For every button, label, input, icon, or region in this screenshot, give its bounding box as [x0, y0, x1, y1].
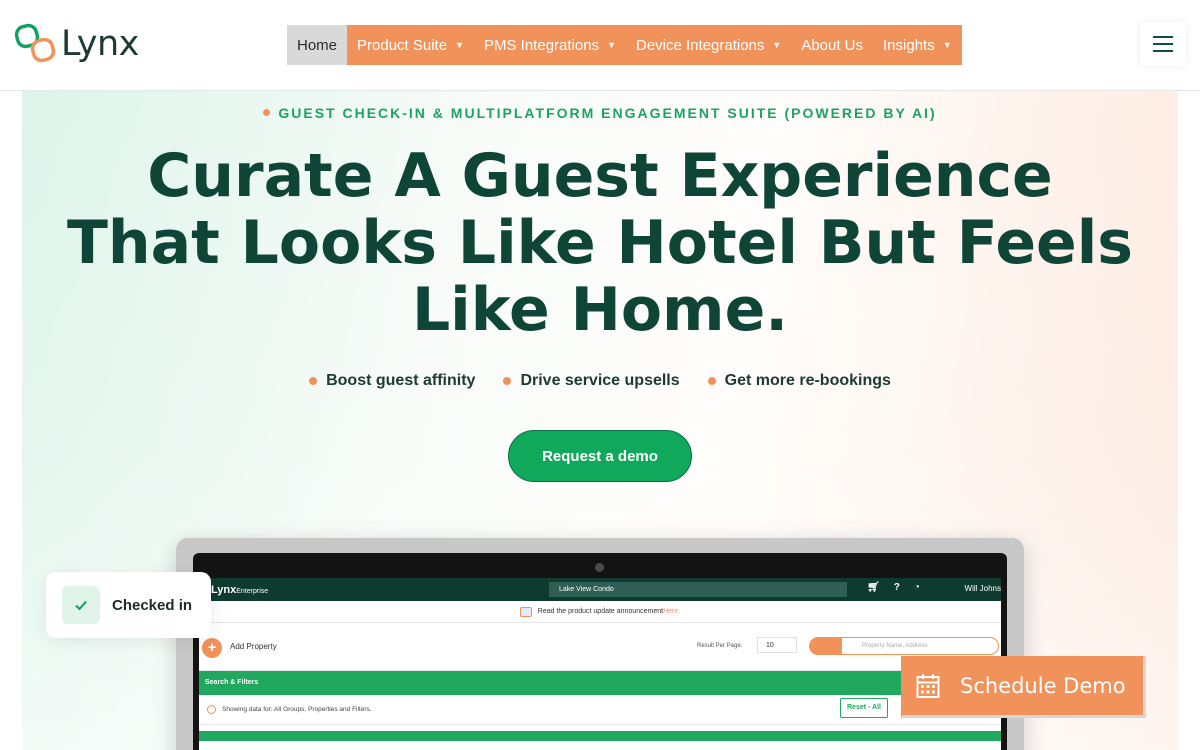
app-logo: LynxEnterprise [211, 583, 269, 596]
nav-item-insights[interactable]: Insights ▼ [873, 25, 962, 65]
checked-in-card: Checked in [46, 572, 211, 638]
app-user-name: Will Johns [964, 584, 1001, 593]
bullet-item: Get more re-bookings [707, 372, 891, 390]
app-toolbar: + Add Property Result Per Page: 10 Prope… [199, 623, 1001, 671]
nav-item-label: Home [297, 36, 338, 54]
nav-item-product-suite[interactable]: Product Suite ▼ [347, 25, 474, 65]
camera-icon [595, 563, 604, 572]
main-nav: Home Product Suite ▼ PMS Integrations ▼ … [287, 25, 962, 65]
hero-eyebrow: GUEST CHECK-IN & MULTIPLATFORM ENGAGEMEN… [22, 105, 1178, 121]
checkmark-icon [62, 586, 100, 624]
filter-segment [810, 637, 842, 655]
brand-name: Lynx [61, 24, 139, 64]
plus-icon: + [202, 638, 222, 658]
hero-headline: Curate A Guest Experience That Looks Lik… [66, 141, 1134, 345]
announcement-bar: Read the product update announcement Her… [199, 601, 1001, 623]
orange-dot-icon [503, 377, 512, 385]
schedule-demo-label: Schedule Demo [960, 674, 1126, 698]
nav-item-about-us[interactable]: About Us [791, 25, 873, 65]
bullet-item: Boost guest affinity [309, 372, 475, 390]
reset-all-button: Reset - All [840, 698, 888, 718]
support-icon: ◔ [913, 582, 920, 593]
schedule-demo-button[interactable]: Schedule Demo [901, 656, 1146, 718]
hamburger-icon [1153, 36, 1173, 52]
caret-down-icon: ▼ [607, 40, 616, 50]
orange-dot-icon [309, 377, 318, 385]
nav-item-pms-integrations[interactable]: PMS Integrations ▼ [474, 25, 626, 65]
caret-down-icon: ▼ [772, 40, 782, 50]
nav-item-label: Device Integrations [635, 36, 765, 54]
orange-dot-icon [707, 377, 716, 385]
add-property-label: Add Property [230, 642, 277, 651]
nav-item-label: PMS Integrations [484, 36, 600, 54]
caret-down-icon: ▼ [942, 40, 952, 50]
announcement-link: Here. [663, 608, 681, 615]
app-search-input: Property Name, Address [809, 637, 999, 655]
table-header-strip [199, 731, 1001, 741]
request-demo-button[interactable]: Request a demo [508, 430, 692, 482]
nav-item-label: Product Suite [357, 36, 448, 54]
property-select: Lake View Condo [549, 582, 847, 597]
app-topbar: LynxEnterprise Lake View Condo 🛒︎ ? ◔ Wi… [199, 578, 1001, 601]
calendar-icon [916, 674, 940, 698]
brand-logo[interactable]: Lynx [15, 22, 139, 66]
cart-icon: 🛒︎ [867, 582, 880, 593]
app-screenshot: LynxEnterprise Lake View Condo 🛒︎ ? ◔ Wi… [199, 578, 1001, 750]
hamburger-menu-button[interactable] [1140, 22, 1186, 66]
hero-section: GUEST CHECK-IN & MULTIPLATFORM ENGAGEMEN… [22, 91, 1178, 750]
laptop-bezel: LynxEnterprise Lake View Condo 🛒︎ ? ◔ Wi… [193, 553, 1007, 750]
orange-dot-icon [263, 109, 271, 116]
search-filters-bar: Search & Filters [199, 671, 1001, 695]
nav-item-label: About Us [801, 36, 864, 54]
results-per-page-select: 10 [757, 637, 797, 653]
results-per-page-label: Result Per Page: [697, 643, 743, 649]
site-header: Lynx Home Product Suite ▼ PMS Integratio… [0, 0, 1200, 91]
nav-item-device-integrations[interactable]: Device Integrations ▼ [626, 25, 791, 65]
bullet-item: Drive service upsells [503, 372, 680, 390]
help-icon: ? [893, 582, 900, 593]
checked-in-label: Checked in [112, 596, 193, 614]
laptop-mockup: LynxEnterprise Lake View Condo 🛒︎ ? ◔ Wi… [176, 538, 1024, 750]
caret-down-icon: ▼ [455, 40, 464, 50]
lynx-logo-icon [15, 23, 56, 63]
nav-item-home[interactable]: Home [287, 25, 348, 65]
megaphone-icon [519, 606, 532, 617]
info-icon [207, 705, 216, 714]
showing-data-row: Showing data for: All Groups, Properties… [199, 695, 1001, 725]
nav-item-label: Insights [883, 36, 935, 54]
hero-bullets: Boost guest affinity Drive service upsel… [22, 372, 1178, 390]
